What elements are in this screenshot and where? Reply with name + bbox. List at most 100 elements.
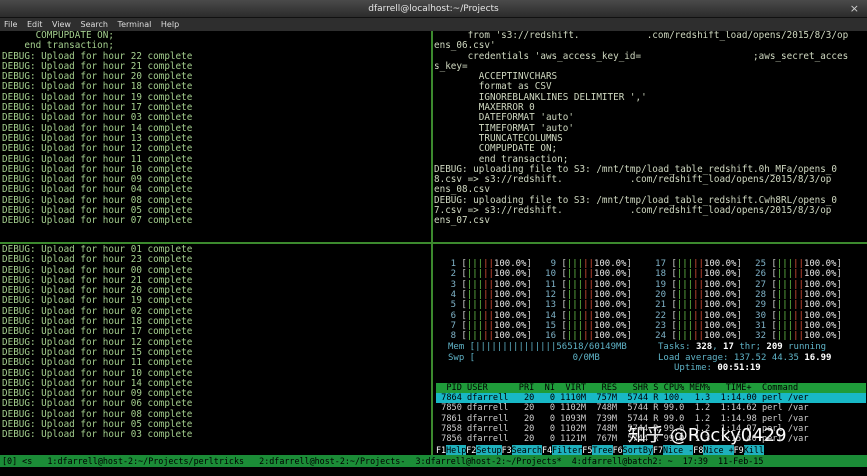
menu-view[interactable]: View <box>52 20 71 29</box>
cpu-number: 17 <box>655 259 666 269</box>
cpu-percent: 100.0% <box>593 269 627 280</box>
cpu-number: 4 <box>450 289 456 300</box>
cpu-number: 12 <box>545 289 556 300</box>
fkey-label[interactable]: Tree <box>592 445 613 455</box>
cpu-bar-end: ] <box>526 320 532 331</box>
cpu-number: 2 <box>450 269 456 280</box>
cpu-percent: 100.0% <box>803 279 837 290</box>
cpu-bar: [||||| <box>666 331 704 342</box>
cpu-meter: 30 [|||||100.0%] <box>754 311 842 321</box>
cpu-number: 20 <box>655 289 666 300</box>
cpu-bar: [||||| <box>456 289 494 300</box>
menu-file[interactable]: File <box>4 20 17 29</box>
htop-tasks_label: Tasks: <box>658 342 691 352</box>
pane-divider-horizontal[interactable] <box>0 242 867 244</box>
cpu-bar: [||||| <box>556 279 594 290</box>
cpu-meter: 12 [|||||100.0%] <box>544 290 632 300</box>
fkey-f1[interactable]: F1 <box>436 445 446 455</box>
fkey-f6[interactable]: F6 <box>613 445 623 455</box>
fkey-f9[interactable]: F9 <box>734 445 744 455</box>
cpu-bar: [||||| <box>556 289 594 300</box>
cpu-percent: 100.0% <box>803 269 837 280</box>
window-titlebar: dfarrell@localhost:~/Projects × <box>0 0 867 18</box>
fkey-label[interactable]: Help <box>446 445 467 455</box>
cpu-bar-end: ] <box>836 300 842 311</box>
cpu-bar-end: ] <box>626 259 632 269</box>
fkey-label[interactable]: Setup <box>476 445 502 455</box>
fkey-f3[interactable]: F3 <box>502 445 512 455</box>
cpu-number: 18 <box>655 269 666 280</box>
htop-load_label: Load average: <box>658 352 729 363</box>
menu-terminal[interactable]: Terminal <box>118 20 152 29</box>
fkey-f5[interactable]: F5 <box>582 445 592 455</box>
process-row[interactable]: 7856 dfarrell 20 0 1121M 767M 5744 R 99.… <box>436 434 866 444</box>
htop-running: 209 <box>766 342 783 352</box>
cpu-percent: 100.0% <box>803 310 837 321</box>
cpu-bar: [||||| <box>456 269 494 280</box>
process-table-header[interactable]: PID USER PRI NI VIRT RES SHR S CPU% MEM%… <box>436 383 866 393</box>
fkey-f7[interactable]: F7 <box>653 445 663 455</box>
cpu-bar: [||||| <box>766 259 804 269</box>
cpu-bar-end: ] <box>626 310 632 321</box>
cpu-bar-end: ] <box>526 269 532 280</box>
terminal-line: DEBUG: Upload for hour 07 complete <box>2 215 193 227</box>
cpu-number: 9 <box>550 259 556 269</box>
cpu-number: 11 <box>545 279 556 290</box>
terminal-pane-top-left[interactable]: COMPUPDATE ON; end transaction; DEBUG: Up… <box>2 31 430 242</box>
cpu-bar: [||||| <box>766 331 804 342</box>
memory-meter: Mem [|||||||||||||||56518/60149MB <box>448 342 627 352</box>
cpu-bar-end: ] <box>526 300 532 311</box>
cpu-percent: 100.0% <box>703 289 737 300</box>
process-row[interactable]: 7861 dfarrell 20 0 1093M 739M 5744 R 99.… <box>436 414 866 424</box>
cpu-percent: 100.0% <box>493 310 527 321</box>
terminal-line: 8.csv => s3://redshift. .com/redshift_lo… <box>434 174 832 186</box>
fkey-f2[interactable]: F2 <box>466 445 476 455</box>
cpu-bar-end: ] <box>736 310 742 321</box>
menu-search[interactable]: Search <box>81 20 108 29</box>
cpu-percent: 100.0% <box>493 331 527 342</box>
terminal-pane-bottom-left[interactable]: DEBUG: Upload for hour 01 complete DEBUG:… <box>2 245 430 447</box>
cpu-number: 14 <box>545 310 556 321</box>
cpu-bar-end: ] <box>736 300 742 311</box>
cpu-percent: 100.0% <box>493 320 527 331</box>
fkey-label[interactable]: Nice - <box>663 445 694 455</box>
cpu-bar-end: ] <box>626 300 632 311</box>
terminal-line: 7.csv => s3://redshift. .com/redshift_lo… <box>434 205 832 217</box>
fkey-label[interactable]: Search <box>511 445 542 455</box>
fkey-f4[interactable]: F4 <box>542 445 552 455</box>
cpu-bar: [||||| <box>666 300 704 311</box>
terminal-line: credentials 'aws_access_key_id= ;aws_sec… <box>434 50 849 62</box>
terminal-pane-top-right[interactable]: from 's3://redshift. .com/redshift_load/… <box>434 31 866 242</box>
fkey-label[interactable]: Filter <box>552 445 583 455</box>
cpu-bar-end: ] <box>736 289 742 300</box>
fkey-label[interactable]: Nice + <box>703 445 734 455</box>
tasks-info: Tasks: 328, 17 thr; 209 running <box>658 342 826 352</box>
cpu-percent: 100.0% <box>803 289 837 300</box>
cpu-percent: 100.0% <box>593 289 627 300</box>
menu-help[interactable]: Help <box>161 20 179 29</box>
cpu-number: 27 <box>755 279 766 290</box>
cpu-bar: [||||| <box>556 331 594 342</box>
cpu-number: 10 <box>545 269 556 280</box>
cpu-number: 3 <box>450 279 456 290</box>
cpu-bar-end: ] <box>626 320 632 331</box>
close-icon[interactable]: × <box>850 0 859 18</box>
fkey-label[interactable]: SortBy <box>622 445 653 455</box>
tmux-status-bar: [0] <s 1:dfarrell@host-2:~/Projects/perl… <box>0 455 867 467</box>
cpu-meter: 13 [|||||100.0%] <box>544 300 632 310</box>
cpu-bar: [||||| <box>556 310 594 321</box>
cpu-percent: 100.0% <box>593 310 627 321</box>
cpu-bar-end: ] <box>526 279 532 290</box>
cpu-number: 15 <box>545 320 556 331</box>
fkey-label[interactable]: Kill <box>743 445 764 455</box>
cpu-bar-end: ] <box>836 279 842 290</box>
cpu-meter: 31 [|||||100.0%] <box>754 321 842 331</box>
fkey-f8[interactable]: F8 <box>693 445 703 455</box>
process-row[interactable]: 7864 dfarrell 20 0 1110M 757M 5744 R 100… <box>436 393 866 403</box>
menu-edit[interactable]: Edit <box>27 20 43 29</box>
htop-tasks: 328 <box>695 342 713 352</box>
cpu-bar: [||||| <box>556 320 594 331</box>
cpu-meter: 22 [|||||100.0%] <box>654 311 742 321</box>
process-row[interactable]: 7850 dfarrell 20 0 1102M 748M 5744 R 99.… <box>436 403 866 413</box>
process-row[interactable]: 7858 dfarrell 20 0 1102M 748M 5744 R 99.… <box>436 424 866 434</box>
